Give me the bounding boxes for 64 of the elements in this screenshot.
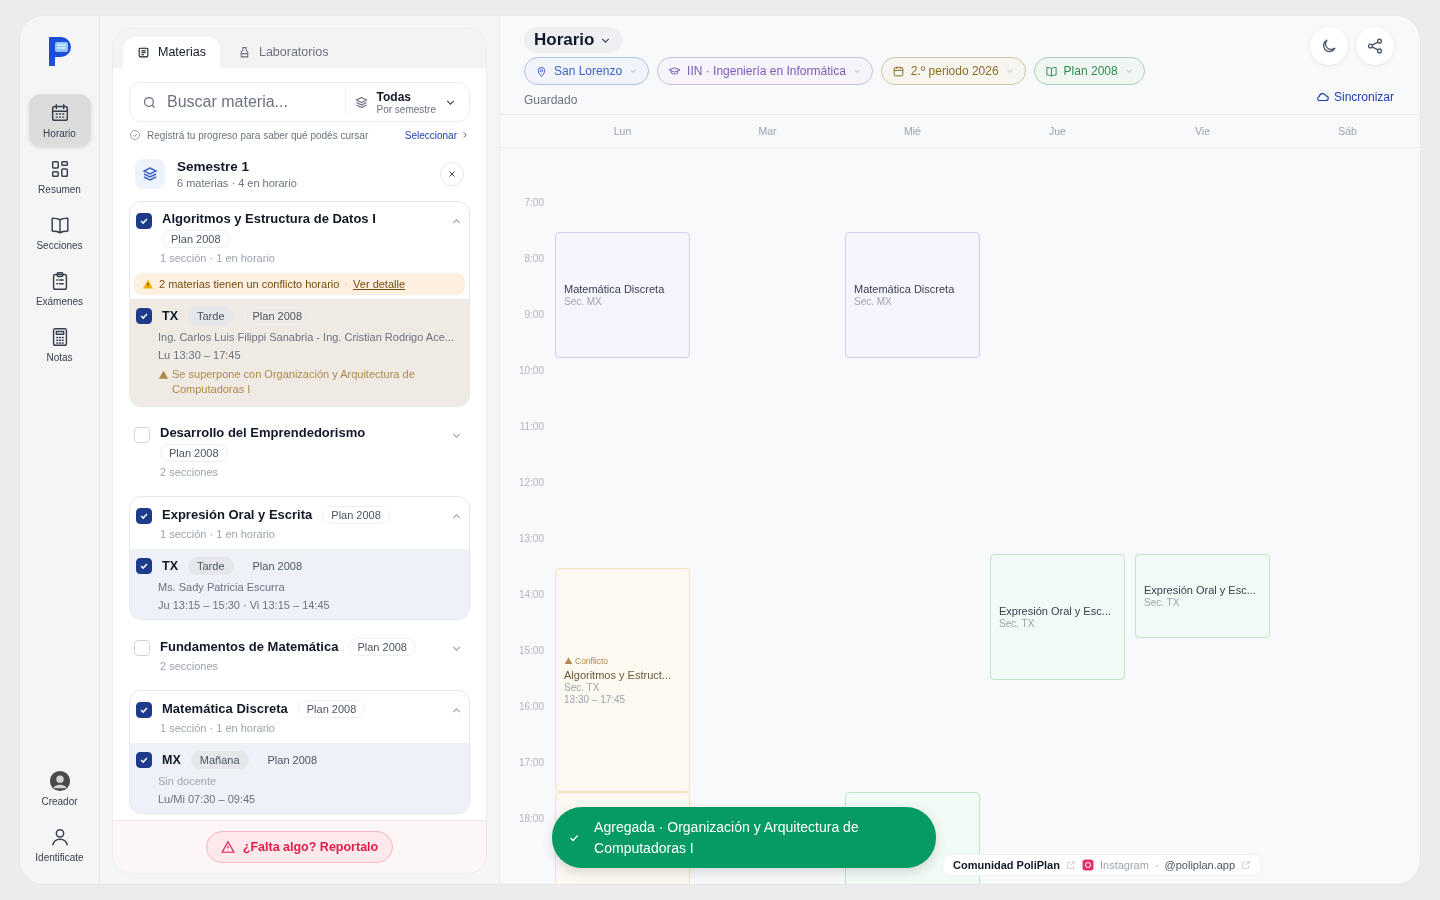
teacher-name: Ing. Carlos Luis Filippi Sanabria - Ing. Cristian Rodrigo Ace...	[157, 331, 455, 343]
subject-name: Desarrollo del Emprendedorismo	[160, 424, 366, 440]
subject-name: Fundamentos de Matemática	[160, 639, 339, 655]
toast-message: Agregada · Organización y Arquitectura de Computadoras I	[594, 818, 860, 858]
teacher-name: Ms. Sady Patricia Escurra	[157, 580, 286, 593]
shift-tag: Tarde	[188, 556, 234, 575]
shift-tag: Tarde	[188, 307, 234, 325]
subject-name: Matemática Discreta	[162, 701, 288, 717]
hour-label: 9:00	[524, 309, 544, 320]
hour-label: 15:00	[518, 645, 544, 656]
teacher-name: Sin docente	[157, 774, 218, 787]
alert-text: 2 materias tienen un conflicto horario	[159, 278, 340, 290]
section-code: TX	[162, 558, 178, 573]
filter-value: Todas	[376, 89, 412, 104]
hour-label: 16:00	[518, 701, 544, 712]
hour-label: 8:00	[524, 253, 544, 264]
section-schedule: Ju 13:15 – 15:30 · Vi 13:15 – 14:45	[157, 598, 331, 611]
hour-label: 11:00	[519, 421, 544, 432]
event-title: Algoritmos y Estruct...	[564, 668, 671, 681]
section-schedule: Lu/Mi 07:30 – 09:45	[157, 792, 257, 805]
subject-name: Algoritmos y Estructura de Datos I	[162, 211, 376, 226]
separator: ·	[1154, 859, 1159, 871]
day-label: Vie	[1195, 125, 1210, 137]
event-title: Expresión Oral y Esc...	[999, 605, 1111, 617]
hour-label: 7:00	[524, 197, 544, 208]
conflict-flag: Conflicto	[564, 655, 609, 666]
separator: ·	[344, 278, 349, 290]
day-label: Mar	[758, 125, 777, 137]
conflict-note: Se superpone con Organización y Arquitectura de Computadoras I	[172, 367, 416, 398]
hour-label: 12:00	[518, 477, 544, 488]
hour-label: 18:00	[518, 813, 544, 824]
subject-meta: 1 sección · 1 en horario	[159, 251, 276, 266]
section-code: MX	[162, 752, 181, 767]
save-status: Guardado	[524, 93, 578, 107]
semester-meta: 6 materias · 4 en horario	[177, 177, 298, 189]
network-label: Instagram	[1099, 859, 1149, 871]
hour-label: 17:00	[518, 757, 544, 768]
semester-title: Semestre 1	[177, 159, 251, 174]
day-label: Jue	[1049, 125, 1066, 137]
event-section: Sec. MX	[854, 296, 892, 307]
filter-caption: Por semestre	[376, 103, 436, 115]
subject-meta: 1 sección · 1 en horario	[159, 526, 276, 542]
event-title: Expresión Oral y Esc...	[1144, 584, 1256, 596]
event-title: Matemática Discreta	[854, 283, 955, 295]
event-section: Sec. TX	[564, 681, 600, 693]
day-label: Lun	[613, 125, 632, 137]
subject-meta: 2 secciones	[159, 658, 220, 674]
section-code: TX	[162, 309, 178, 323]
shift-tag: Mañana	[190, 750, 249, 769]
event-section: Sec. MX	[564, 296, 602, 307]
hour-label: 14:00	[518, 589, 544, 600]
hour-label: 10:00	[518, 365, 544, 376]
subject-meta: 1 sección · 1 en horario	[159, 720, 276, 736]
subject-name: Expresión Oral y Escrita	[162, 507, 313, 523]
progress-hint: Registrá tu progreso para saber qué podés cursar	[147, 129, 369, 141]
event-section: Sec. TX	[999, 618, 1035, 629]
section-schedule: Lu 13:30 – 17:45	[157, 349, 242, 361]
event-time: 13:30 – 17:45	[564, 693, 626, 705]
hour-label: 13:00	[518, 533, 544, 544]
subject-meta: 2 secciones	[159, 464, 220, 480]
event-title: Matemática Discreta	[564, 283, 665, 295]
day-label: Mié	[904, 125, 921, 137]
event-section: Sec. TX	[1144, 597, 1180, 608]
day-label: Sáb	[1338, 125, 1357, 137]
